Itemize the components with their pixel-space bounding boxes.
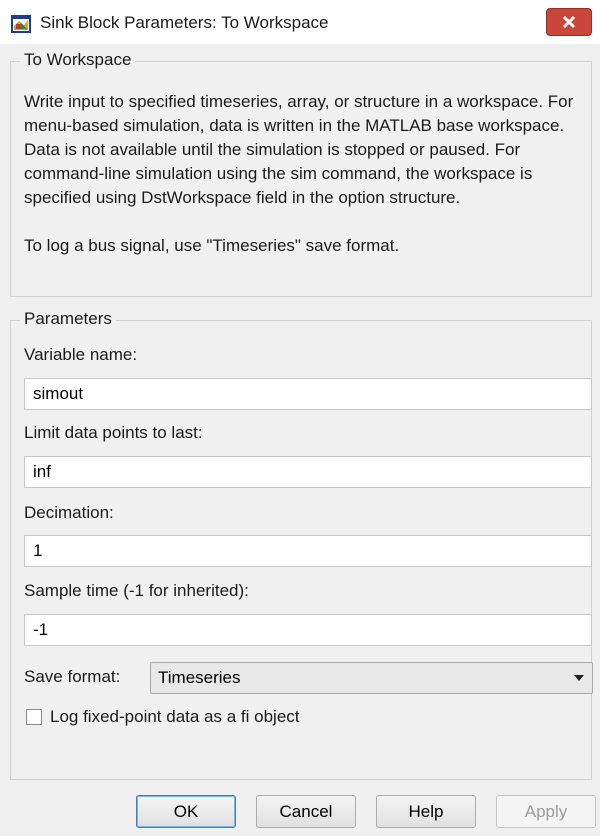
parameters-caption: Parameters: [20, 309, 116, 329]
save-format-label: Save format:: [24, 667, 121, 686]
apply-button[interactable]: Apply: [496, 795, 596, 828]
close-button[interactable]: [546, 8, 592, 36]
bus-signal-note: To log a bus signal, use "Timeseries" sa…: [24, 236, 400, 255]
limit-data-points-input[interactable]: [24, 456, 592, 488]
save-format-select[interactable]: Timeseries: [150, 662, 593, 694]
simulink-block-icon: [10, 13, 32, 35]
cancel-button[interactable]: Cancel: [256, 795, 356, 828]
title-bar[interactable]: Sink Block Parameters: To Workspace: [0, 0, 600, 44]
log-fixed-point-checkbox[interactable]: [26, 709, 42, 725]
limit-data-points-label: Limit data points to last:: [24, 423, 203, 442]
block-description: Write input to specified timeseries, arr…: [24, 90, 590, 258]
block-group-caption: To Workspace: [20, 50, 136, 70]
decimation-input[interactable]: [24, 535, 592, 567]
close-icon: [562, 15, 576, 29]
ok-button[interactable]: OK: [136, 795, 236, 828]
window-title: Sink Block Parameters: To Workspace: [40, 13, 329, 32]
save-format-value: Timeseries: [158, 668, 241, 687]
dialog-window: Sink Block Parameters: To Workspace To W…: [0, 0, 600, 836]
sample-time-input[interactable]: [24, 614, 592, 646]
variable-name-input[interactable]: [24, 378, 592, 410]
chevron-down-icon: [574, 675, 584, 681]
sample-time-label: Sample time (-1 for inherited):: [24, 581, 249, 600]
log-fixed-point-label[interactable]: Log fixed-point data as a fi object: [50, 707, 300, 727]
variable-name-label: Variable name:: [24, 345, 138, 364]
decimation-label: Decimation:: [24, 503, 114, 522]
help-button[interactable]: Help: [376, 795, 476, 828]
description-text: Write input to specified timeseries, arr…: [24, 92, 574, 207]
